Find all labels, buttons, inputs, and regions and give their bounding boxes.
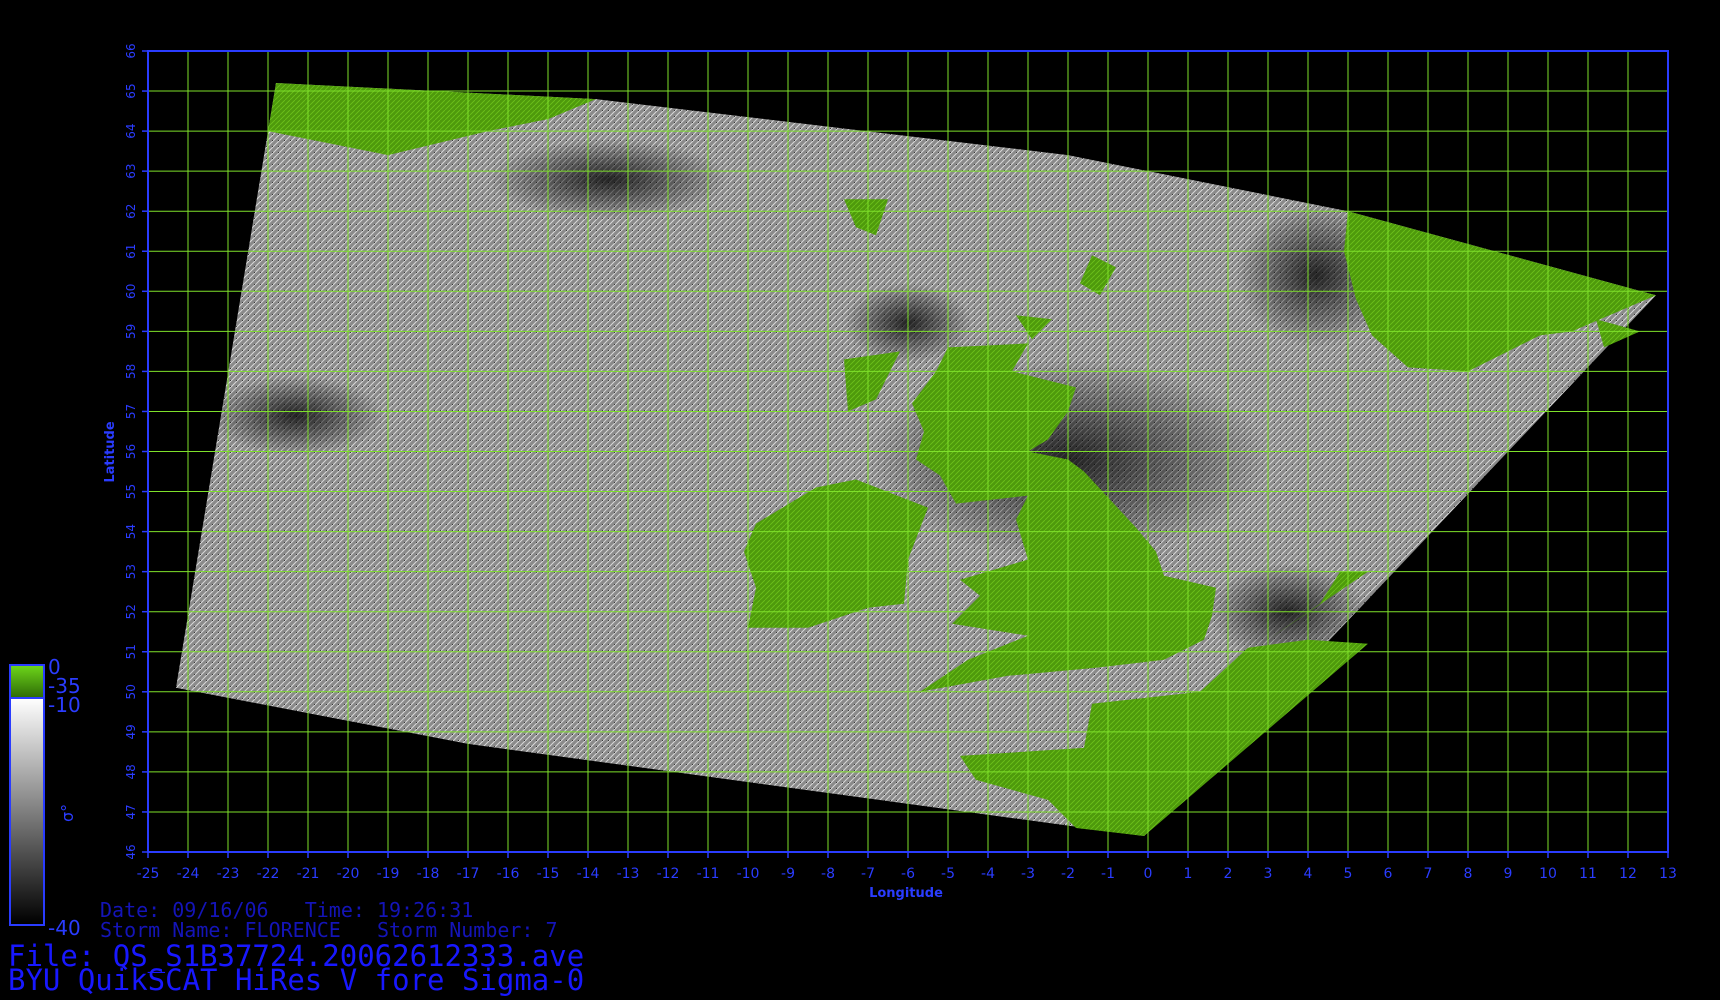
colorbar-legend: 0 -35 -10 -40 σ° [9,655,81,940]
lat-lon-grid [147,50,1669,853]
lon-tick-label: -15 [537,866,560,882]
lon-tick-label: -4 [981,866,995,882]
lon-tick-label: -9 [781,866,795,882]
lon-tick-label: -6 [901,866,915,882]
lat-tick-label: 62 [124,204,138,219]
date-time-text: Date: 09/16/06 Time: 19:26:31 [100,898,474,922]
lon-tick-label: -3 [1021,866,1035,882]
lon-tick-label: 12 [1619,866,1637,882]
lon-tick-label: -25 [137,866,160,882]
lon-tick-label: -14 [577,866,600,882]
lat-tick-label: 63 [124,164,138,179]
x-axis-label: Longitude [869,886,943,901]
lon-tick-label: -17 [457,866,480,882]
storm-info-text: Storm Name: FLORENCE Storm Number: 7 [100,918,558,942]
lon-tick-label: 13 [1659,866,1677,882]
lat-tick-label: 64 [124,123,138,138]
colorbar-green-segment [11,666,43,698]
lon-tick-label: 7 [1424,866,1433,882]
lat-tick-label: 66 [124,43,138,58]
lon-tick-label: 11 [1579,866,1597,882]
lon-tick-label: -2 [1061,866,1075,882]
lon-tick-label: 6 [1384,866,1393,882]
dark-region-4 [488,139,728,220]
lat-tick-label: 56 [124,444,138,459]
colorbar-gray-segment [11,698,43,924]
lat-tick-label: 59 [124,324,138,339]
dark-region-0 [208,375,384,456]
lat-tick-label: 52 [124,604,138,619]
lon-tick-label: 2 [1224,866,1233,882]
lon-tick-label: -1 [1101,866,1115,882]
lon-tick-label: 10 [1539,866,1557,882]
lon-tick-label: -13 [617,866,640,882]
lat-tick-label: 57 [124,404,138,419]
lat-tick-label: 54 [124,524,138,539]
lat-tick-label: 46 [124,844,138,859]
colorbar-symbol: σ° [58,804,77,822]
lon-tick-label: -8 [821,866,835,882]
lon-tick-label: -10 [737,866,760,882]
lon-tick-label: -20 [337,866,360,882]
lon-tick-label: 9 [1504,866,1513,882]
lat-tick-label: 55 [124,484,138,499]
lon-tick-label: -21 [297,866,320,882]
lat-tick-label: 51 [124,644,138,659]
lon-tick-label: -11 [697,866,720,882]
product-title-text: BYU QuikSCAT HiRes V fore Sigma-0 [8,963,585,997]
colorbar-label-gray-max: -10 [48,693,81,717]
lat-tick-label: 47 [124,804,138,819]
lat-tick-label: 49 [124,724,138,739]
lon-tick-label: 0 [1144,866,1153,882]
lat-tick-label: 60 [124,284,138,299]
lon-tick-label: -16 [497,866,520,882]
lat-tick-label: 48 [124,764,138,779]
lon-tick-label: 8 [1464,866,1473,882]
lon-tick-label: 3 [1264,866,1273,882]
lon-tick-label: 4 [1304,866,1313,882]
lon-tick-label: -19 [377,866,400,882]
lat-tick-label: 53 [124,564,138,579]
lat-tick-label: 65 [124,83,138,98]
lon-tick-label: -12 [657,866,680,882]
y-axis-label: Latitude [103,421,118,483]
lon-tick-label: 5 [1344,866,1353,882]
lon-tick-label: -18 [417,866,440,882]
lat-tick-label: 58 [124,364,138,379]
lat-tick-label: 50 [124,684,138,699]
lon-tick-label: -22 [257,866,280,882]
lon-tick-label: 1 [1184,866,1193,882]
lon-tick-label: -7 [861,866,875,882]
lon-tick-label: -5 [941,866,955,882]
colorbar-label-bottom: -40 [48,916,81,940]
lon-tick-label: -24 [177,866,200,882]
lat-tick-label: 61 [124,244,138,259]
satellite-map-figure: -25 -24 -23 -22 -21 -20 -19 -18 -17 -16 -15 -14 -13-… [9,43,1677,940]
lon-tick-label: -23 [217,866,240,882]
